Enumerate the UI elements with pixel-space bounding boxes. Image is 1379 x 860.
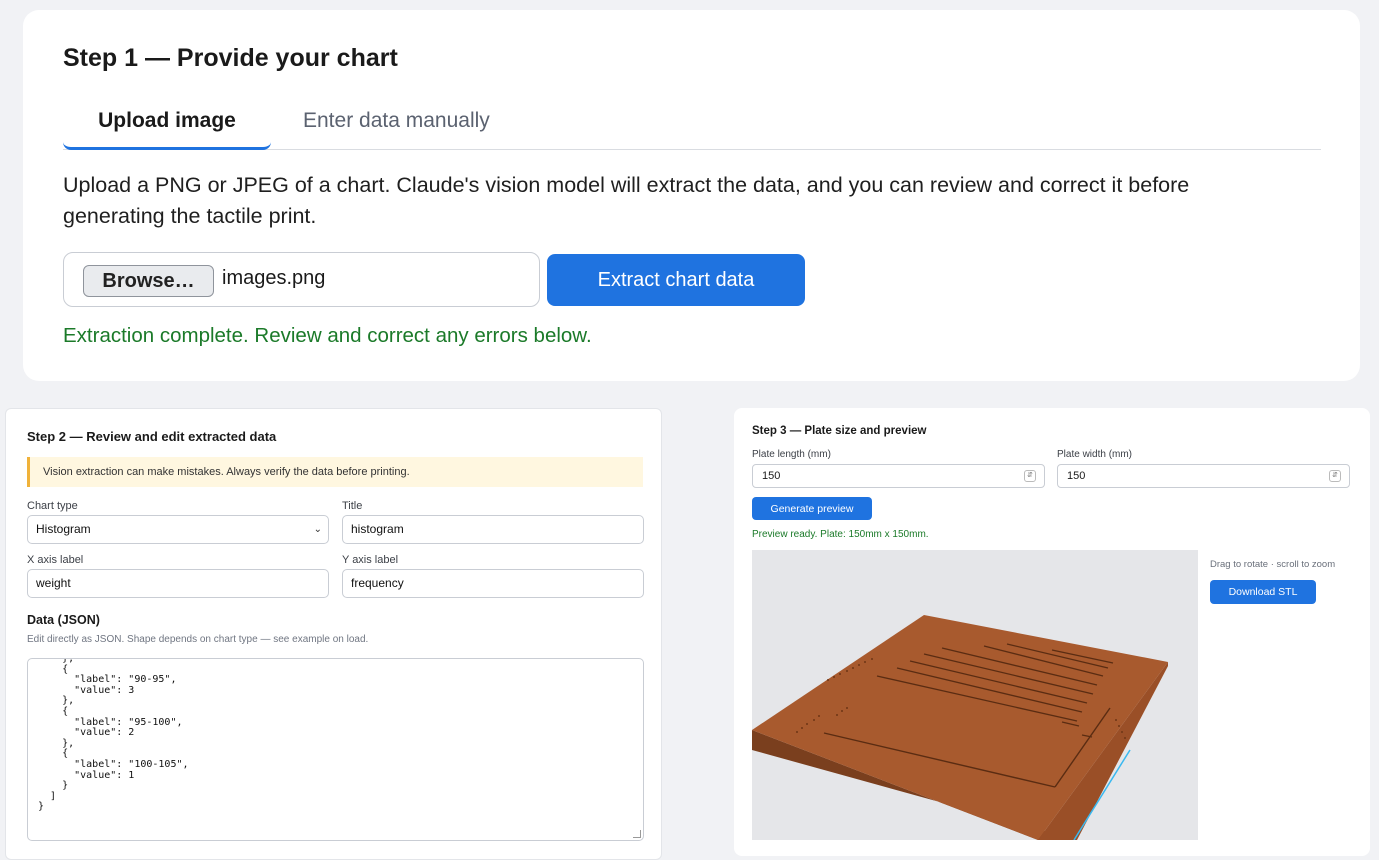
3d-preview-viewport[interactable]: [752, 550, 1198, 840]
chevron-down-icon: ⌄: [313, 524, 322, 535]
x-axis-input[interactable]: weight: [27, 569, 329, 598]
viewport-hint: Drag to rotate · scroll to zoom: [1210, 559, 1336, 570]
tab-upload-image[interactable]: Upload image: [63, 106, 271, 150]
step1-card: Step 1 — Provide your chart Upload image…: [23, 10, 1360, 381]
step3-title: Step 3 — Plate size and preview: [752, 425, 927, 437]
input-tabs: Upload image Enter data manually: [63, 106, 1321, 150]
title-input[interactable]: histogram: [342, 515, 644, 544]
tab-enter-data-manually[interactable]: Enter data manually: [303, 106, 490, 150]
plate-width-input[interactable]: 150 ⇵: [1057, 464, 1350, 488]
spinner-icon[interactable]: ⇵: [1024, 470, 1036, 482]
plate-width-value: 150: [1067, 470, 1086, 482]
download-stl-button[interactable]: Download STL: [1210, 580, 1316, 604]
plate-length-label: Plate length (mm): [752, 449, 831, 460]
y-axis-input[interactable]: frequency: [342, 569, 644, 598]
plate-top: [752, 615, 1168, 840]
browse-button[interactable]: Browse…: [83, 265, 214, 297]
step2-card: Step 2 — Review and edit extracted data …: [5, 408, 662, 860]
verification-warning: Vision extraction can make mistakes. Alw…: [27, 457, 643, 487]
plate-width-label: Plate width (mm): [1057, 449, 1133, 460]
title-label: Title: [342, 500, 363, 512]
plate-length-value: 150: [762, 470, 781, 482]
step1-title: Step 1 — Provide your chart: [63, 44, 398, 72]
resize-handle-icon[interactable]: [633, 830, 641, 838]
upload-description: Upload a PNG or JPEG of a chart. Claude'…: [63, 173, 1190, 228]
data-json-heading: Data (JSON): [27, 613, 100, 627]
chart-type-select[interactable]: Histogram ⌄: [27, 515, 329, 544]
step3-card: Step 3 — Plate size and preview Plate le…: [734, 408, 1370, 856]
data-json-hint: Edit directly as JSON. Shape depends on …: [27, 634, 369, 645]
chart-type-label: Chart type: [27, 500, 78, 512]
extract-chart-data-button[interactable]: Extract chart data: [547, 254, 805, 306]
selected-file-name: images.png: [222, 267, 326, 289]
step2-title: Step 2 — Review and edit extracted data: [27, 429, 277, 444]
chart-type-value: Histogram: [36, 522, 91, 536]
json-content: }, { "label": "90-95", "value": 3 }, { "…: [38, 658, 189, 813]
preview-status: Preview ready. Plate: 150mm x 150mm.: [752, 529, 929, 540]
plate-length-input[interactable]: 150 ⇵: [752, 464, 1045, 488]
generate-preview-button[interactable]: Generate preview: [752, 497, 872, 520]
file-input[interactable]: Browse… images.png: [63, 252, 540, 307]
tactile-plate-render: [752, 615, 1168, 840]
data-json-textarea[interactable]: }, { "label": "90-95", "value": 3 }, { "…: [27, 658, 644, 841]
extraction-status: Extraction complete. Review and correct …: [63, 324, 592, 347]
spinner-icon[interactable]: ⇵: [1329, 470, 1341, 482]
y-axis-label: Y axis label: [342, 554, 399, 566]
x-axis-label: X axis label: [27, 554, 84, 566]
